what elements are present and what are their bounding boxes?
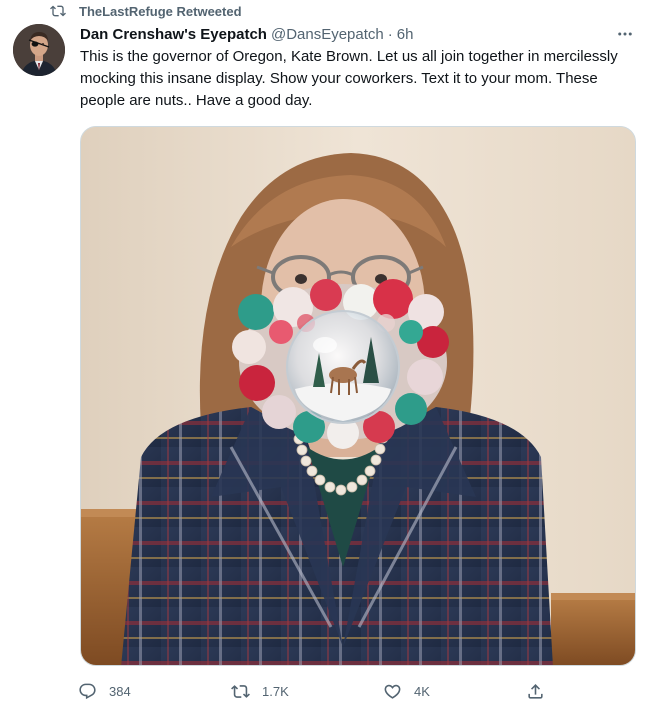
avatar[interactable]: [13, 24, 65, 76]
share-button[interactable]: [526, 680, 545, 702]
tweet-photo[interactable]: [80, 126, 636, 666]
retweet-button[interactable]: 1.7K: [231, 680, 289, 702]
retweet-context-label[interactable]: TheLastRefuge Retweeted: [79, 4, 242, 19]
action-bar: 384 1.7K 4K: [78, 680, 558, 702]
like-count: 4K: [414, 683, 430, 699]
more-icon: [618, 32, 632, 36]
heart-icon: [384, 684, 401, 699]
tweet-header: Dan Crenshaw's Eyepatch @DansEyepatch · …: [80, 24, 634, 44]
reply-icon: [79, 683, 96, 699]
share-icon: [528, 683, 543, 699]
tweet-text: This is the governor of Oregon, Kate Bro…: [80, 48, 618, 109]
reply-count: 384: [109, 683, 131, 699]
retweet-icon: [231, 684, 250, 698]
retweet-count: 1.7K: [262, 683, 289, 699]
reply-button[interactable]: 384: [78, 680, 131, 702]
tweet[interactable]: TheLastRefuge Retweeted Dan Crenshaw's E…: [0, 0, 654, 714]
retweet-context: TheLastRefuge Retweeted: [50, 2, 242, 20]
like-button[interactable]: 4K: [383, 680, 430, 702]
separator-dot: ·: [387, 25, 393, 43]
timestamp[interactable]: 6h: [397, 26, 414, 43]
author-name[interactable]: Dan Crenshaw's Eyepatch: [80, 26, 267, 43]
more-button[interactable]: [614, 24, 636, 44]
author-handle[interactable]: @DansEyepatch: [271, 26, 384, 43]
retweet-icon: [50, 5, 66, 17]
